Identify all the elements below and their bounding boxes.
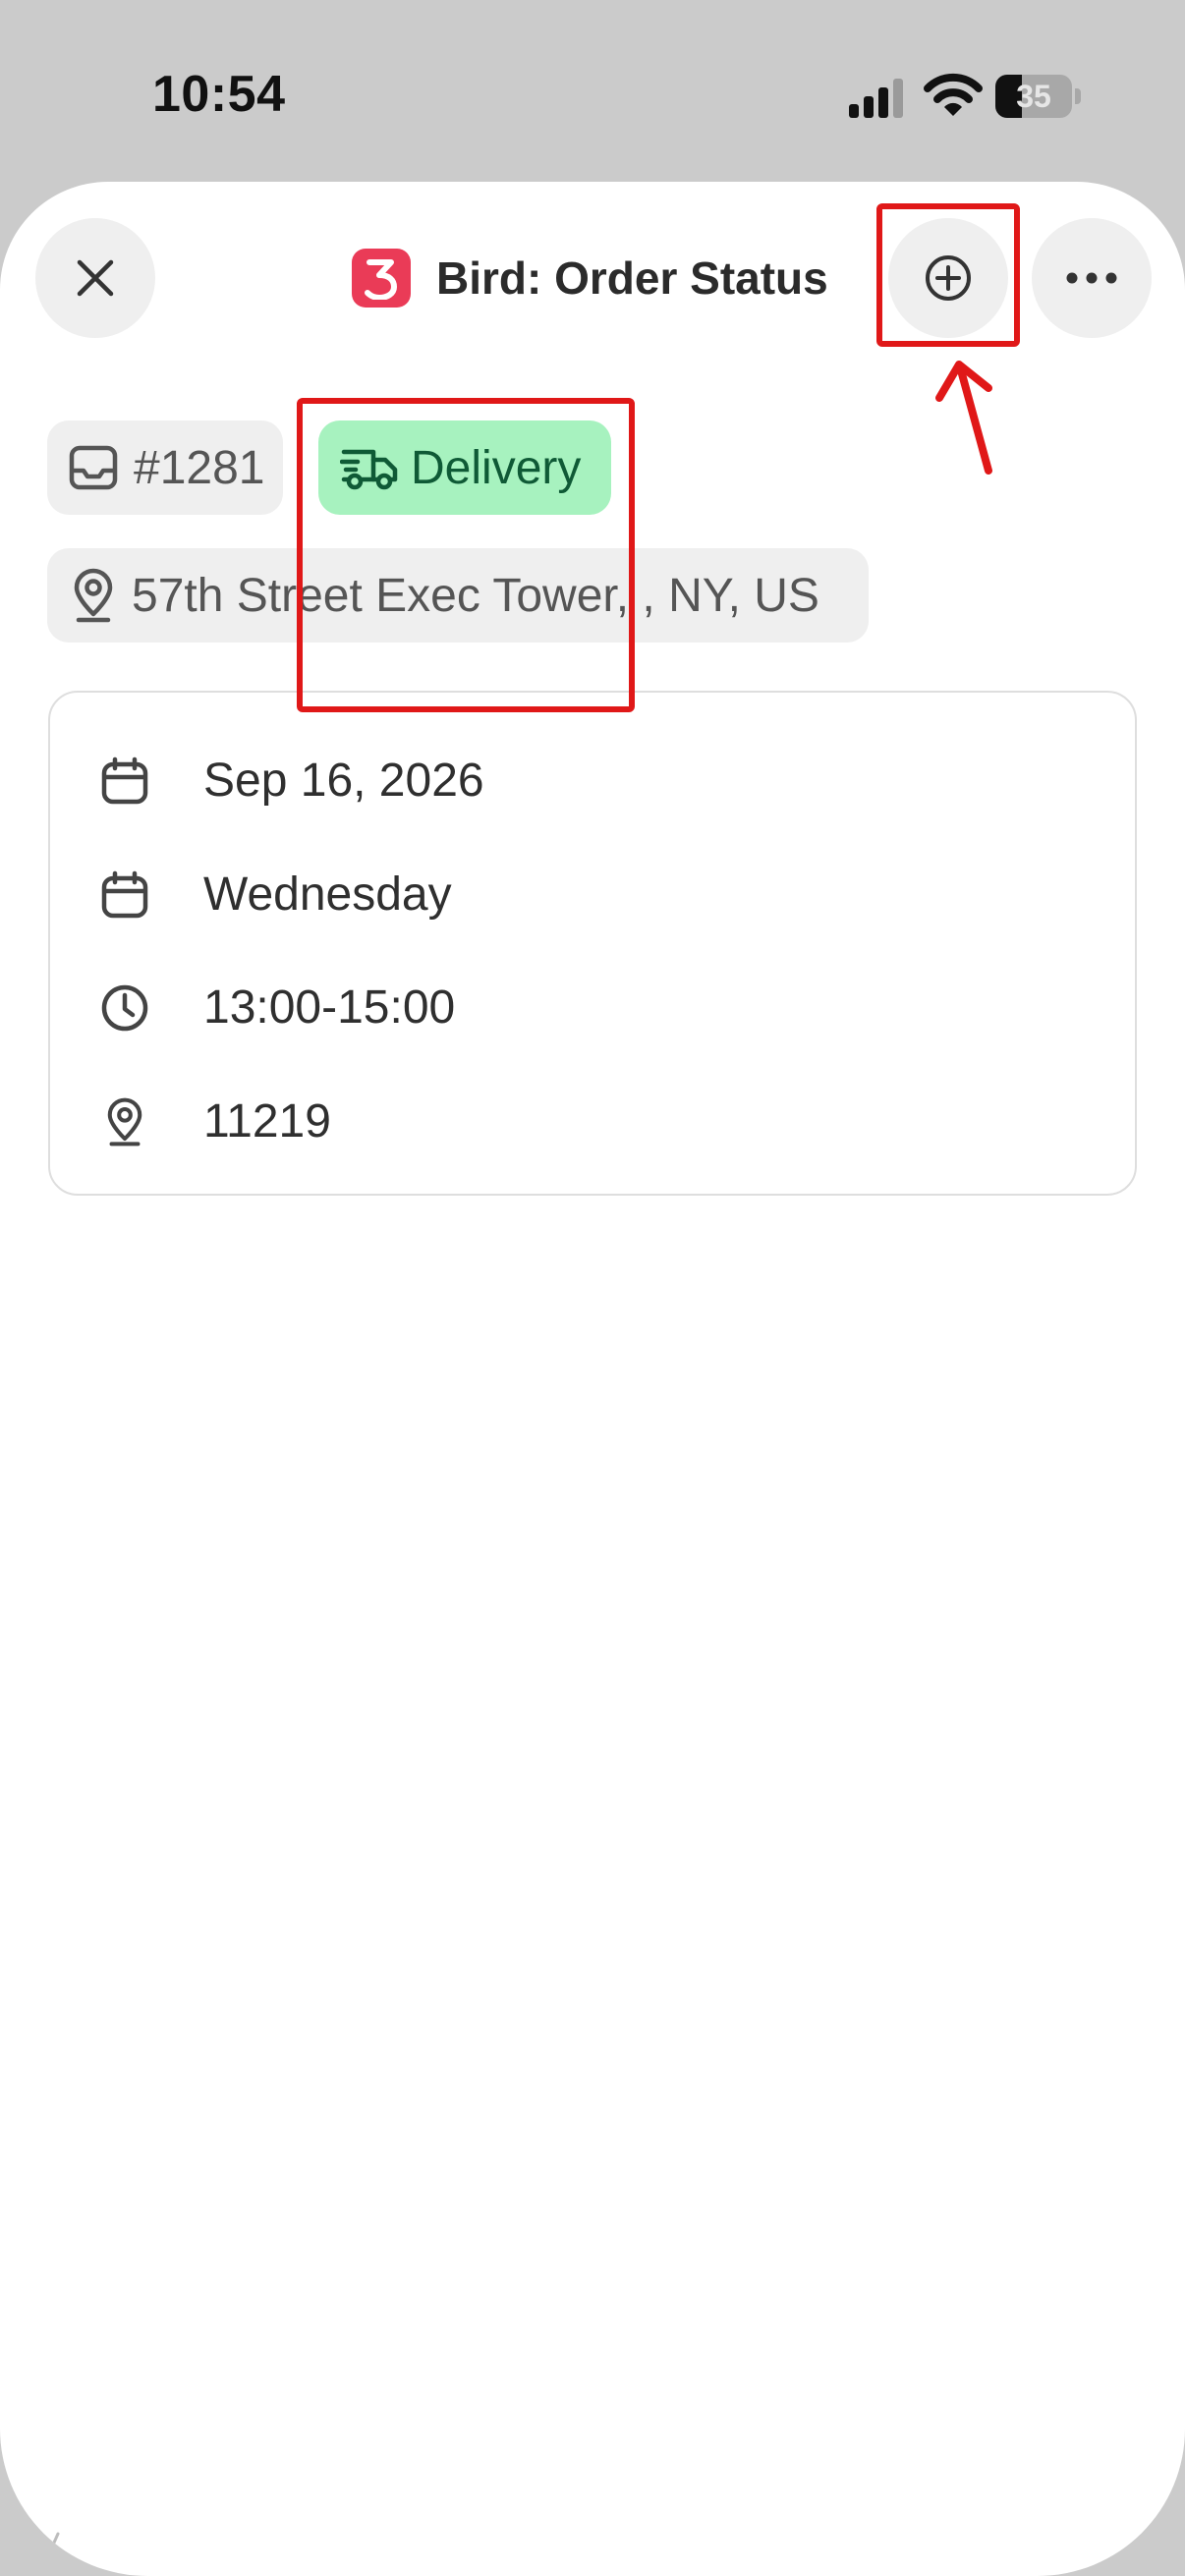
order-number: #1281 (134, 441, 265, 494)
inbox-tray-icon (69, 445, 118, 490)
detail-row-time: 13:00-15:00 (50, 969, 1135, 1047)
calendar-icon (101, 870, 148, 919)
status-bar: 10:54 35 (0, 0, 1185, 182)
battery-nub (1075, 88, 1081, 104)
more-options-button[interactable] (1032, 218, 1152, 338)
wifi-icon (924, 73, 983, 116)
battery-indicator: 35 (995, 75, 1082, 118)
detail-row-zip: 11219 (50, 1083, 1135, 1161)
order-number-chip[interactable]: #1281 (47, 420, 283, 515)
close-button[interactable] (35, 218, 155, 338)
clock-icon (101, 984, 148, 1032)
delivery-zip-code: 11219 (203, 1095, 331, 1148)
order-details-card: Sep 16, 2026 Wednesday 13:00-15:00 11219 (48, 691, 1137, 1196)
bird-app-logo (352, 249, 411, 308)
annotation-arrow-icon (935, 361, 992, 475)
order-status-sheet: Bird: Order Status #1281 Delivery 57th S… (0, 182, 1185, 2576)
delivery-weekday: Wednesday (203, 868, 452, 921)
delivery-chip-highlight (297, 398, 635, 712)
battery-level: 35 (1016, 79, 1051, 114)
bird-logo-icon (365, 259, 397, 300)
status-time: 10:54 (152, 66, 286, 123)
detail-row-day: Wednesday (50, 856, 1135, 934)
map-pin-icon (74, 568, 113, 623)
delivery-date: Sep 16, 2026 (203, 755, 484, 807)
map-pin-icon (107, 1097, 142, 1147)
detail-row-date: Sep 16, 2026 (50, 742, 1135, 820)
corner-mark (48, 2532, 60, 2553)
add-button-highlight (876, 203, 1020, 347)
page-title: Bird: Order Status (436, 252, 828, 304)
close-icon (77, 259, 114, 297)
delivery-time-window: 13:00-15:00 (203, 981, 456, 1034)
cellular-signal-icon (849, 79, 903, 118)
header-title-group: Bird: Order Status (352, 246, 828, 310)
more-horizontal-icon (1066, 272, 1117, 284)
battery-body: 35 (995, 75, 1072, 118)
calendar-icon (101, 756, 148, 805)
